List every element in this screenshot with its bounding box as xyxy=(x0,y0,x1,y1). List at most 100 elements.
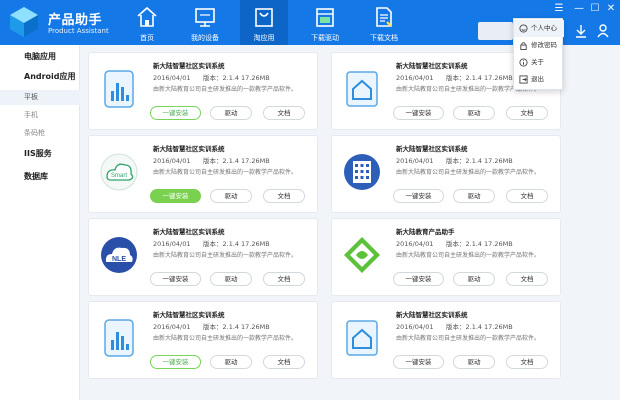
menu-item-label: 修改密码 xyxy=(531,41,557,49)
driver-button[interactable]: 驱动 xyxy=(210,355,252,369)
nle-cloud-icon: NLE xyxy=(101,237,137,273)
sidebar-item-pc-apps[interactable]: 电脑应用 xyxy=(0,48,80,66)
home-icon xyxy=(137,6,157,27)
document-button[interactable]: 文档 xyxy=(263,189,305,203)
card-title: 新大陆教育产品助手 xyxy=(396,228,455,236)
sidebar-item-phone[interactable]: 手机 xyxy=(0,108,80,123)
search-input[interactable] xyxy=(478,22,513,40)
install-button[interactable]: 一键安装 xyxy=(150,355,201,369)
document-button[interactable]: 文档 xyxy=(263,272,305,286)
card-description: 由新大陆教育公司自主研发推出的一款教学产品软件。 xyxy=(396,335,541,342)
card-version: 版本：2.1.4 xyxy=(446,74,483,82)
card-version: 版本：2.1.4 xyxy=(446,323,483,331)
nav-download-doc[interactable]: 下载文档 xyxy=(360,0,408,45)
driver-button[interactable]: 驱动 xyxy=(210,272,252,286)
card-title: 新大陆智慧社区实训系统 xyxy=(396,311,468,319)
card-date: 2016/04/01 xyxy=(153,240,191,248)
document-button[interactable]: 文档 xyxy=(506,106,548,120)
install-button[interactable]: 一键安装 xyxy=(393,189,444,203)
install-button[interactable]: 一键安装 xyxy=(150,106,201,120)
document-button[interactable]: 文档 xyxy=(506,355,548,369)
install-button[interactable]: 一键安装 xyxy=(393,355,444,369)
card-title: 新大陆智慧社区实训系统 xyxy=(153,62,225,70)
driver-button[interactable]: 驱动 xyxy=(453,272,495,286)
install-button[interactable]: 一键安装 xyxy=(150,189,201,203)
nav-my-devices-label: 我的设备 xyxy=(191,34,219,42)
lock-icon xyxy=(520,42,527,50)
card-title: 新大陆智慧社区实训系统 xyxy=(153,228,225,236)
nav-my-devices[interactable]: 我的设备 xyxy=(181,0,229,45)
card-date: 2016/04/01 xyxy=(396,323,434,331)
nav-home-label: 首页 xyxy=(140,34,154,42)
nav-app-store-label: 淘应用 xyxy=(253,34,275,42)
driver-button[interactable]: 驱动 xyxy=(453,106,495,120)
maximize-icon[interactable]: ☐ xyxy=(588,3,602,15)
card-size: 17.26MB xyxy=(241,323,270,331)
menu-item-change-password[interactable]: 修改密码 xyxy=(514,37,564,54)
menu-item-logout[interactable]: 退出 xyxy=(514,71,564,88)
document-button[interactable]: 文档 xyxy=(506,189,548,203)
user-dropdown-menu: 个人中心 修改密码 关于 退出 xyxy=(513,18,564,90)
driver-button[interactable]: 驱动 xyxy=(210,106,252,120)
card-description: 由新大陆教育公司自主研发推出的一款教学产品软件。 xyxy=(396,169,541,176)
sidebar-item-barcode-scanner[interactable]: 条码枪 xyxy=(0,126,80,141)
card-meta: 2016/04/01 版本：2.1.4 17.26MB xyxy=(153,155,270,165)
document-button[interactable]: 文档 xyxy=(506,272,548,286)
card-size: 17.26MB xyxy=(484,323,513,331)
install-button[interactable]: 一键安装 xyxy=(150,272,201,286)
card-title: 新大陆智慧社区实训系统 xyxy=(153,311,225,319)
card-description: 由新大陆教育公司自主研发推出的一款教学产品软件。 xyxy=(153,335,298,342)
install-button[interactable]: 一键安装 xyxy=(393,272,444,286)
sidebar: 电脑应用 Android应用 平板 手机 条码枪 IIS服务 数据库 xyxy=(0,45,80,400)
menu-item-label: 个人中心 xyxy=(531,24,557,32)
sidebar-item-iis-service[interactable]: IIS服务 xyxy=(0,145,80,163)
card-meta: 2016/04/01 版本：2.1.4 17.26MB xyxy=(396,238,513,248)
svg-text:Smart: Smart xyxy=(111,173,127,179)
card-version: 版本：2.1.4 xyxy=(203,157,240,165)
app-card: 新大陆智慧社区实训系统 2016/04/01 版本：2.1.4 17.26MB 由新大陆… xyxy=(331,301,561,379)
app-card: Smart 新大陆智慧社区实训系统 2016/04/01 版本：2.1.4 17.26M… xyxy=(88,135,318,213)
menu-item-about[interactable]: 关于 xyxy=(514,54,564,71)
driver-download-icon xyxy=(316,8,334,27)
home-tablet-icon xyxy=(346,320,378,356)
minimize-icon[interactable]: — xyxy=(572,3,586,15)
shopping-bag-icon xyxy=(255,8,273,27)
home-tablet-icon xyxy=(346,71,378,107)
sidebar-item-tablet[interactable]: 平板 xyxy=(0,90,80,105)
menu-icon[interactable]: ☰ xyxy=(552,3,566,15)
nav-home[interactable]: 首页 xyxy=(123,0,171,45)
user-icon[interactable] xyxy=(597,24,609,38)
card-title: 新大陆智慧社区实训系统 xyxy=(153,145,225,153)
card-date: 2016/04/01 xyxy=(396,240,434,248)
install-button[interactable]: 一键安装 xyxy=(393,106,444,120)
download-icon[interactable] xyxy=(575,24,587,38)
card-size: 17.26MB xyxy=(484,74,513,82)
card-meta: 2016/04/01 版本：2.1.4 17.26MB xyxy=(396,72,513,82)
card-title: 新大陆智慧社区实训系统 xyxy=(396,62,468,70)
app-card: 新大陆智慧社区实训系统 2016/04/01 版本：2.1.4 17.26MB 由新大陆… xyxy=(88,301,318,379)
close-icon[interactable]: ✕ xyxy=(604,3,618,15)
nav-download-doc-label: 下载文档 xyxy=(370,34,398,42)
menu-item-personal-center[interactable]: 个人中心 xyxy=(514,20,564,37)
driver-button[interactable]: 驱动 xyxy=(453,189,495,203)
sidebar-item-android-apps[interactable]: Android应用 xyxy=(0,68,80,86)
nav-app-store[interactable]: 淘应用 xyxy=(240,0,288,45)
smart-cloud-icon: Smart xyxy=(100,153,138,191)
sidebar-item-database[interactable]: 数据库 xyxy=(0,168,80,186)
card-date: 2016/04/01 xyxy=(396,74,434,82)
app-card: 新大陆智慧社区实训系统 2016/04/01 版本：2.1.4 17.26MB 由新大陆… xyxy=(331,135,561,213)
document-button[interactable]: 文档 xyxy=(263,355,305,369)
card-size: 17.26MB xyxy=(241,240,270,248)
card-size: 17.26MB xyxy=(484,240,513,248)
document-download-icon xyxy=(376,7,392,27)
card-version: 版本：2.1.4 xyxy=(203,74,240,82)
card-meta: 2016/04/01 版本：2.1.4 17.26MB xyxy=(396,321,513,331)
green-diamond-icon xyxy=(344,237,380,273)
driver-button[interactable]: 驱动 xyxy=(453,355,495,369)
document-button[interactable]: 文档 xyxy=(263,106,305,120)
card-description: 由新大陆教育公司自主研发推出的一款教学产品软件。 xyxy=(153,252,298,259)
card-date: 2016/04/01 xyxy=(153,323,191,331)
nav-download-driver[interactable]: 下载驱动 xyxy=(301,0,349,45)
driver-button[interactable]: 驱动 xyxy=(210,189,252,203)
card-meta: 2016/04/01 版本：2.1.4 17.26MB xyxy=(153,238,270,248)
